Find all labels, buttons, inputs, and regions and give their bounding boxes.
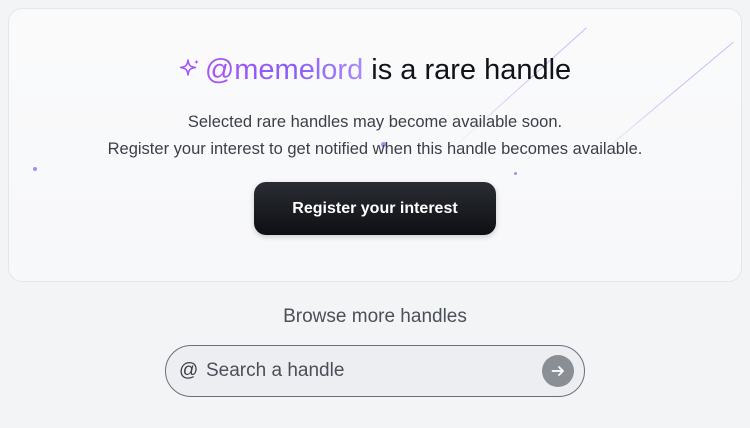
title-suffix: is a rare handle [363,54,572,86]
search-input[interactable] [206,360,526,382]
arrow-right-icon [551,366,564,376]
handle-name: @memelord [204,54,364,86]
page: @memelord is a rare handle Selected rare… [0,0,750,428]
register-interest-button[interactable]: Register your interest [254,182,496,235]
decorative-dot [33,167,37,171]
page-title: @memelord is a rare handle [0,50,750,90]
description-line-1: Selected rare handles may become availab… [187,113,563,131]
sparkle-icon [179,51,201,76]
search-submit-button[interactable] [542,355,574,387]
decorative-dot [514,172,517,175]
description-line-2: Register your interest to get notified w… [107,140,643,158]
search-box: @ [165,345,585,397]
at-symbol: @ [179,360,199,381]
browse-handles-heading: Browse more handles [283,306,467,327]
